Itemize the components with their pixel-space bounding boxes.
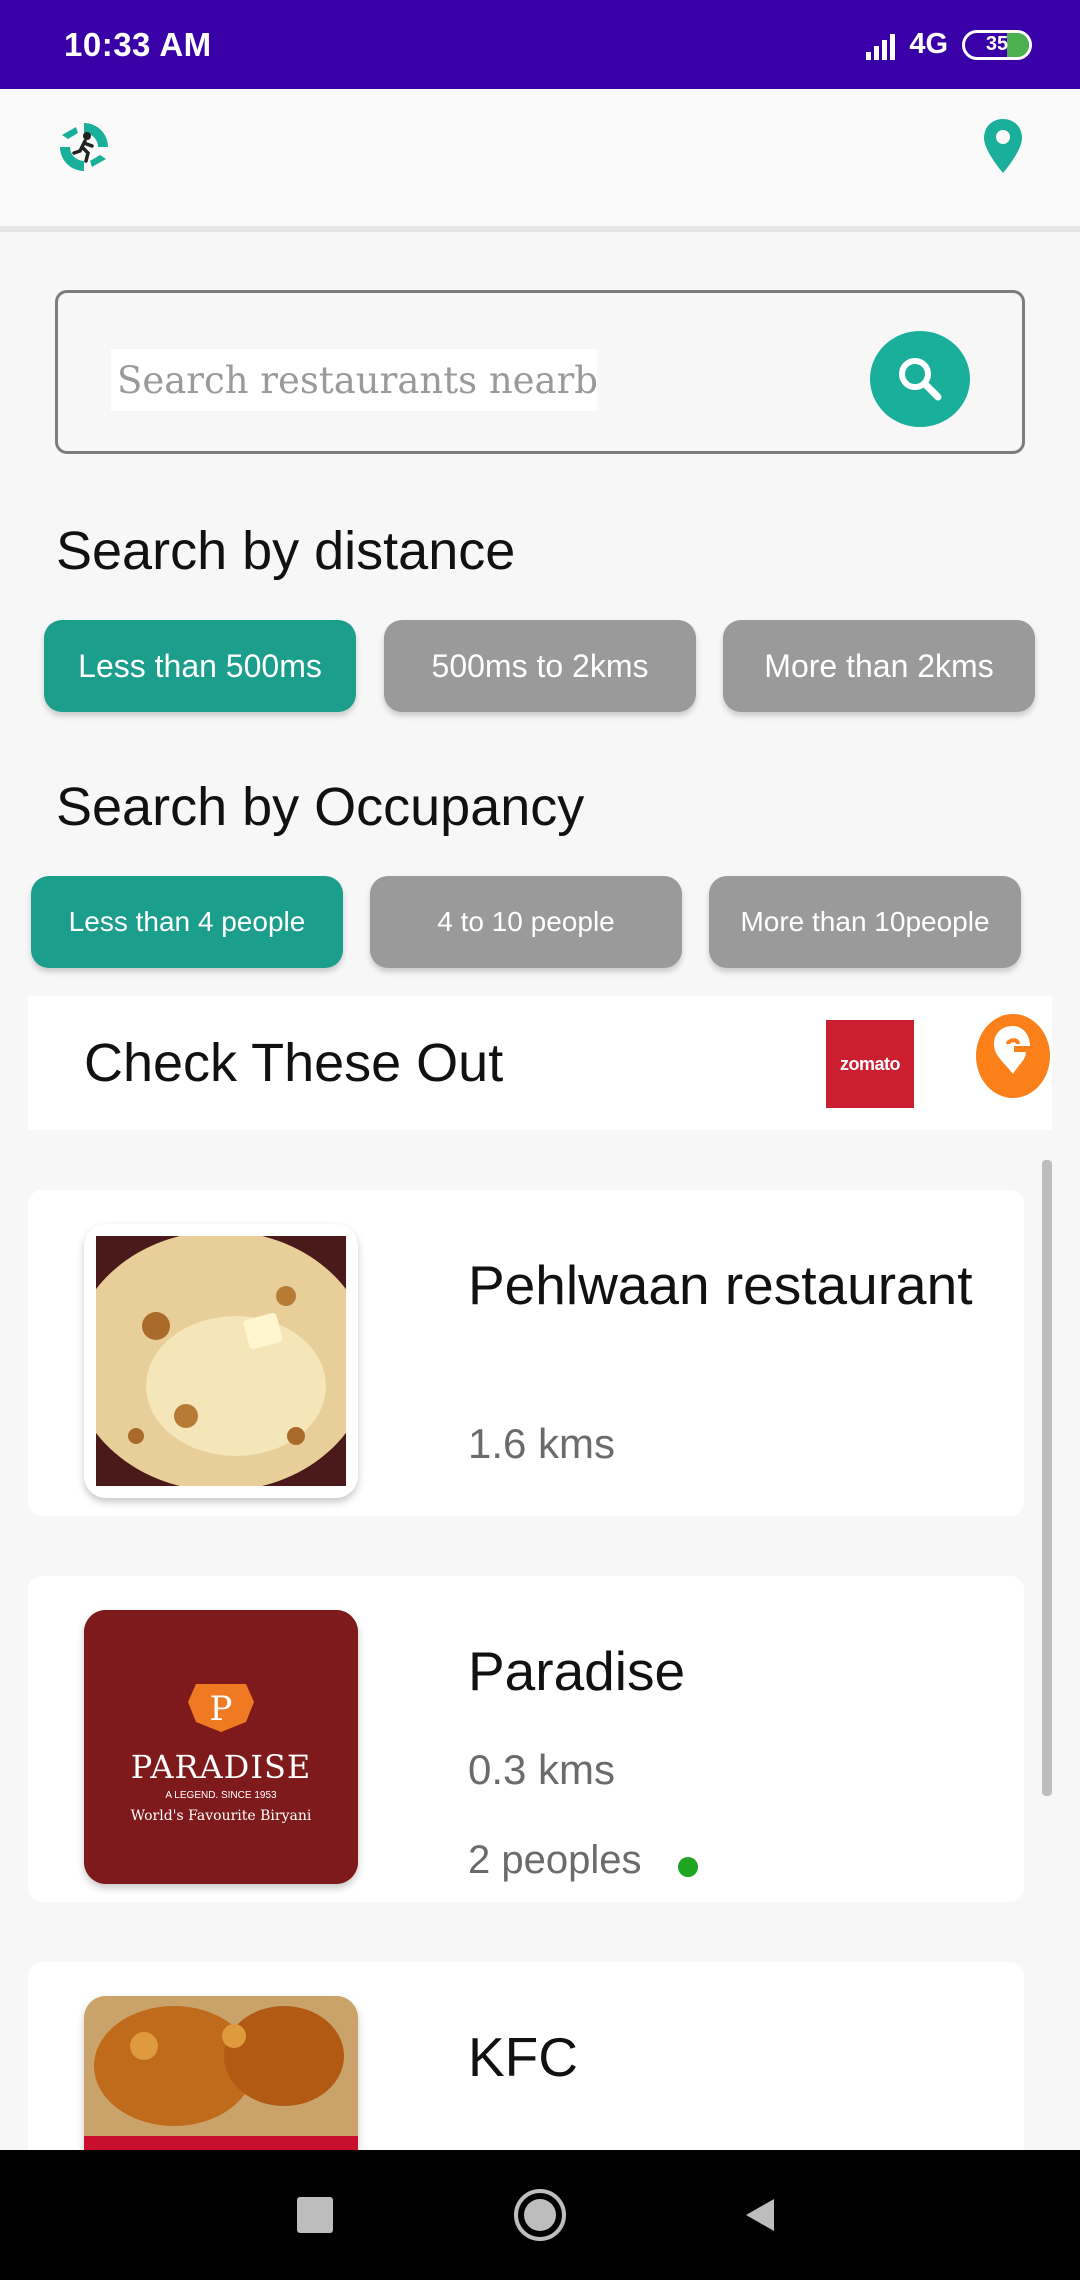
occupancy-status-dot xyxy=(678,1857,698,1877)
app-bar-divider xyxy=(0,226,1080,232)
occupancy-chip-4-10[interactable]: 4 to 10 people xyxy=(370,876,682,968)
search-button[interactable] xyxy=(870,331,970,427)
restaurant-name: KFC xyxy=(468,2026,578,2088)
svg-text:A LEGEND. SINCE 1953: A LEGEND. SINCE 1953 xyxy=(165,1790,277,1801)
search-box xyxy=(55,290,1025,454)
search-icon xyxy=(899,358,942,401)
app-bar xyxy=(0,89,1080,229)
status-indicators: 4G 35 xyxy=(866,28,1032,61)
occupancy-heading: Search by Occupancy xyxy=(56,777,585,837)
occupancy-chip-less-4[interactable]: Less than 4 people xyxy=(31,876,343,968)
restaurant-name: Paradise xyxy=(468,1640,686,1702)
restaurant-occupancy: 2 peoples xyxy=(468,1838,642,1882)
partners-banner: Check These Out zomato xyxy=(28,996,1052,1130)
battery-icon: 35 xyxy=(962,29,1032,60)
restaurant-card[interactable]: P PARADISE A LEGEND. SINCE 1953 World's … xyxy=(28,1576,1024,1902)
distance-chip-less-500m[interactable]: Less than 500ms xyxy=(44,620,356,712)
runner-logo-icon[interactable] xyxy=(56,119,112,175)
svg-text:P: P xyxy=(210,1689,233,1729)
restaurant-name: Pehlwaan restaurant xyxy=(468,1254,973,1316)
swiggy-logo[interactable] xyxy=(974,1012,1052,1104)
restaurant-distance: 1.6 kms xyxy=(468,1420,616,1467)
restaurant-list[interactable]: Pehlwaan restaurant 1.6 kms P PARADISE A… xyxy=(0,1160,1080,2150)
distance-chip-500m-2km[interactable]: 500ms to 2kms xyxy=(384,620,696,712)
battery-level: 35 xyxy=(985,33,1009,55)
status-time: 10:33 AM xyxy=(64,25,212,63)
restaurant-card[interactable]: Pehlwaan restaurant 1.6 kms xyxy=(28,1190,1024,1516)
fried-chicken-photo xyxy=(84,1996,358,2150)
distance-chip-more-2km[interactable]: More than 2kms xyxy=(723,620,1035,712)
system-nav-bar xyxy=(0,2150,1080,2280)
occupancy-chip-more-10[interactable]: More than 10people xyxy=(709,876,1021,968)
search-input[interactable] xyxy=(111,349,597,411)
svg-text:PARADISE: PARADISE xyxy=(131,1748,311,1786)
home-button[interactable] xyxy=(505,2180,575,2250)
square-icon xyxy=(297,2197,333,2233)
home-circle-icon xyxy=(514,2189,566,2241)
banner-title: Check These Out xyxy=(84,1033,504,1093)
restaurant-distance: 0.3 kms xyxy=(468,1746,616,1793)
list-scrollbar[interactable] xyxy=(1042,1160,1052,1796)
zomato-logo[interactable]: zomato xyxy=(826,1020,914,1108)
recent-apps-button[interactable] xyxy=(280,2180,350,2250)
restaurant-card[interactable]: KFC xyxy=(28,1962,1024,2150)
network-label: 4G xyxy=(909,28,948,60)
location-pin-icon[interactable] xyxy=(982,117,1024,175)
signal-icon xyxy=(866,30,896,60)
back-button[interactable] xyxy=(725,2180,795,2250)
status-bar: 10:33 AM 4G 35 xyxy=(0,0,1080,89)
svg-text:World's Favourite Biryani: World's Favourite Biryani xyxy=(131,1808,312,1824)
distance-heading: Search by distance xyxy=(56,521,516,581)
paradise-logo: P PARADISE A LEGEND. SINCE 1953 World's … xyxy=(84,1610,358,1884)
back-triangle-icon xyxy=(746,2199,774,2231)
paratha-photo xyxy=(84,1224,358,1498)
